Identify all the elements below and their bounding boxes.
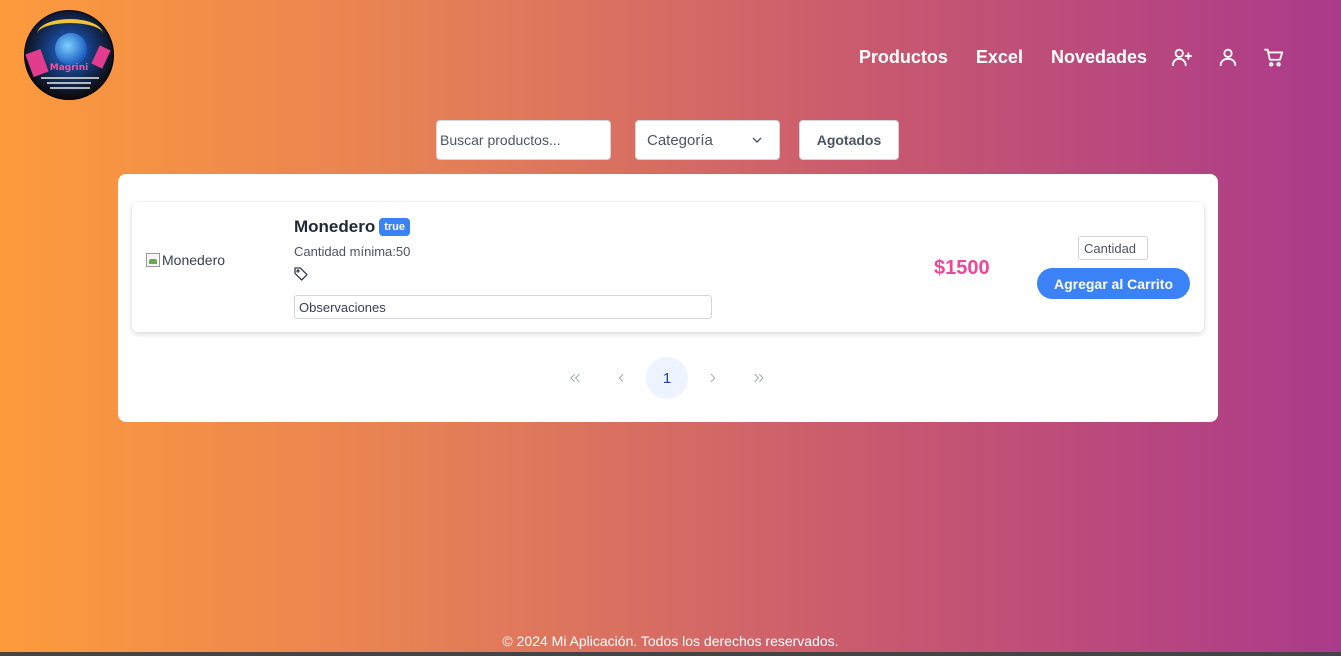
bottom-bar — [0, 652, 1341, 656]
logo[interactable]: Magrini — [24, 10, 114, 100]
next-page-button[interactable] — [692, 357, 734, 399]
footer-text: © 2024 Mi Aplicación. Todos los derechos… — [502, 633, 839, 649]
quantity-input[interactable] — [1078, 236, 1148, 260]
products-panel: Monedero Monedero true Cantidad mínima:5… — [118, 174, 1218, 422]
product-title: Monedero true — [294, 217, 411, 237]
nav-excel[interactable]: Excel — [976, 47, 1023, 68]
chevron-down-icon — [752, 137, 762, 143]
nav-productos[interactable]: Productos — [859, 47, 948, 68]
filters-bar: Categoría Agotados — [436, 120, 899, 160]
cart-icon[interactable] — [1263, 46, 1285, 68]
page-button-current[interactable]: 1 — [646, 357, 688, 399]
product-name: Monedero — [294, 217, 376, 236]
add-to-cart-button[interactable]: Agregar al Carrito — [1037, 268, 1190, 299]
search-input[interactable] — [436, 120, 611, 160]
product-image: Monedero — [146, 252, 225, 268]
chevrons-left-icon — [570, 374, 580, 382]
prev-page-button[interactable] — [600, 357, 642, 399]
product-price: $1500 — [934, 257, 990, 279]
last-page-button[interactable] — [738, 357, 780, 399]
out-of-stock-button[interactable]: Agotados — [799, 120, 899, 160]
product-image-alt: Monedero — [162, 252, 226, 268]
first-page-button[interactable] — [554, 357, 596, 399]
chevron-right-icon — [710, 374, 716, 382]
user-icon[interactable] — [1217, 46, 1239, 68]
chevrons-right-icon — [754, 374, 764, 382]
product-card: Monedero Monedero true Cantidad mínima:5… — [132, 202, 1204, 332]
chevron-left-icon — [618, 374, 624, 382]
top-nav: Productos Excel Novedades — [831, 46, 1285, 68]
category-select-label: Categoría — [647, 131, 713, 149]
pagination: 1 — [554, 357, 784, 399]
product-badge: true — [379, 218, 411, 236]
user-plus-icon[interactable] — [1171, 46, 1193, 68]
nav-novedades[interactable]: Novedades — [1051, 47, 1147, 68]
tag-icon — [293, 266, 309, 282]
product-min-qty: Cantidad mínima:50 — [294, 244, 411, 259]
broken-image-icon — [146, 253, 160, 267]
observations-input[interactable] — [294, 295, 712, 319]
category-select[interactable]: Categoría — [635, 120, 780, 160]
